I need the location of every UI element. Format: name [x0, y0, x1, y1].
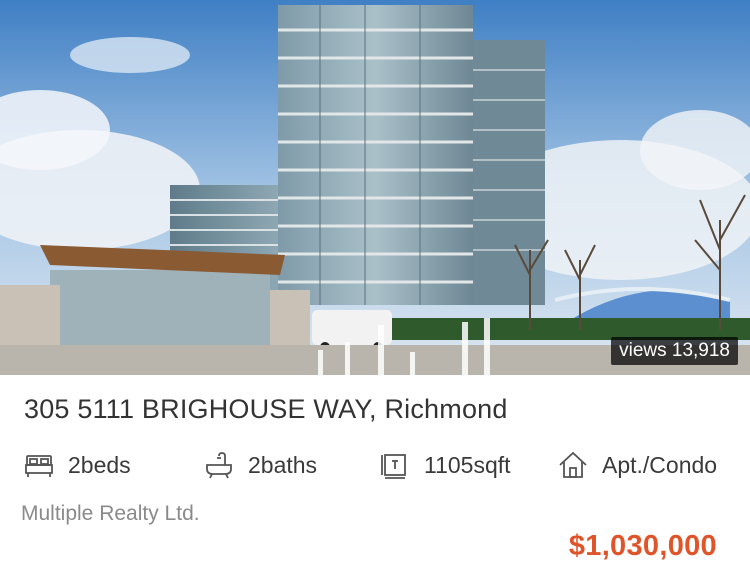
feature-area: 1105sqft [380, 448, 511, 482]
bed-icon [24, 450, 54, 480]
listing-address[interactable]: 305 5111 BRIGHOUSE WAY, Richmond [24, 394, 508, 425]
listing-price: $1,030,000 [568, 530, 717, 562]
beds-label: 2beds [68, 451, 131, 478]
house-icon [558, 450, 588, 480]
area-label: 1105sqft [424, 451, 511, 478]
view-count-badge: views 13,918 [611, 337, 738, 365]
feature-baths: 2baths [204, 448, 317, 482]
listing-card[interactable]: views 13,918 305 5111 BRIGHOUSE WAY, Ric… [0, 0, 750, 587]
property-type-label: Apt./Condo [602, 451, 718, 478]
floor-area-icon [380, 450, 410, 480]
baths-label: 2baths [248, 451, 318, 478]
feature-beds: 2beds [24, 448, 131, 482]
feature-type: Apt./Condo [558, 448, 717, 482]
listing-photo[interactable]: views 13,918 [0, 0, 750, 375]
feature-row: 2beds 2baths 1105sqft Apt./Condo [24, 448, 744, 482]
bathtub-icon [204, 450, 234, 480]
realty-name: Multiple Realty Ltd. [21, 502, 200, 525]
